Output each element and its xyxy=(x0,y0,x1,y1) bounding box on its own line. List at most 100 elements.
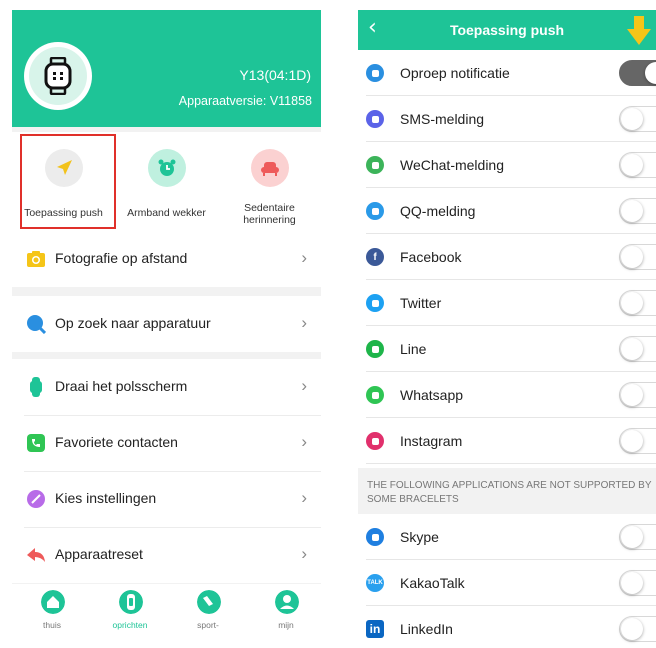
quick-action-alarm[interactable]: Armband wekker xyxy=(115,132,218,240)
app-push-screen: ‹ Toepassing push THE FOLLOWING APPLICAT… xyxy=(358,10,656,648)
notification-toggle[interactable] xyxy=(619,336,656,362)
notification-toggle[interactable] xyxy=(619,290,656,316)
menu-item-label: Apparaatreset xyxy=(55,546,143,562)
menu-card: Draai het polsscherm › Favoriete contact… xyxy=(12,359,321,583)
menu-item-find-device[interactable]: Op zoek naar apparatuur › xyxy=(12,296,321,352)
menu-item-label: Fotografie op afstand xyxy=(55,250,188,266)
menu-item-dial-settings[interactable]: Kies instellingen › xyxy=(12,471,321,527)
notification-toggle[interactable] xyxy=(619,106,656,132)
menu-item-wrist-screen[interactable]: Draai het polsscherm › xyxy=(12,359,321,415)
app-label: Twitter xyxy=(400,295,442,311)
app-label: WeChat-melding xyxy=(400,157,505,173)
app-label: Line xyxy=(400,341,427,357)
app-row-instagram: Instagram xyxy=(358,418,656,464)
quick-action-label: Armband wekker xyxy=(127,207,206,219)
wechat-icon xyxy=(366,156,384,174)
menu-card: Fotografie op afstand › xyxy=(12,231,321,287)
app-label: Skype xyxy=(400,529,439,545)
twitter-icon xyxy=(366,294,384,312)
chevron-right-icon: › xyxy=(301,488,307,507)
tab-label: mijn xyxy=(278,620,294,630)
kakaotalk-icon: TALK xyxy=(366,574,384,592)
alarm-clock-icon xyxy=(158,159,176,176)
app-row-line: Line xyxy=(358,326,656,372)
notification-toggle[interactable] xyxy=(619,616,656,642)
chevron-right-icon: › xyxy=(301,248,307,267)
app-row-message: SMS-melding xyxy=(358,96,656,142)
app-row-wechat: WeChat-melding xyxy=(358,142,656,188)
watch-icon xyxy=(30,377,42,397)
quick-actions: Toepassing push Armband wekker Sedentair… xyxy=(12,132,321,240)
app-row-phone: Oproep notificatie xyxy=(358,50,656,96)
menu-item-label: Favoriete contacten xyxy=(55,434,178,450)
facebook-icon: f xyxy=(366,248,384,266)
app-label: Whatsapp xyxy=(400,387,464,403)
message-icon xyxy=(366,110,384,128)
menu-item-label: Kies instellingen xyxy=(55,490,157,506)
nav-bar: ‹ Toepassing push xyxy=(358,10,656,50)
chevron-right-icon: › xyxy=(301,313,307,332)
line-icon xyxy=(366,340,384,358)
device-name: Y13(04:1D) xyxy=(239,67,311,83)
app-row-linkedin: in LinkedIn xyxy=(358,606,656,648)
app-label: KakaoTalk xyxy=(400,575,465,591)
bottom-tab-bar: thuis oprichten sport- mijn xyxy=(12,584,321,638)
menu-item-remote-photo[interactable]: Fotografie op afstand › xyxy=(12,231,321,287)
device-version: Apparaatversie: V11858 xyxy=(178,94,312,108)
app-row-facebook: f Facebook xyxy=(358,234,656,280)
app-label: LinkedIn xyxy=(400,621,453,637)
notification-toggle[interactable] xyxy=(619,60,656,86)
app-row-whatsapp: Whatsapp xyxy=(358,372,656,418)
app-label: SMS-melding xyxy=(400,111,485,127)
menu-item-device-reset[interactable]: Apparaatreset › xyxy=(12,527,321,583)
skype-icon xyxy=(366,528,384,546)
chevron-right-icon: › xyxy=(301,432,307,451)
app-label: Oproep notificatie xyxy=(400,65,510,81)
app-label: Instagram xyxy=(400,433,463,449)
chevron-right-icon: › xyxy=(301,544,307,563)
app-row-qq: QQ-melding xyxy=(358,188,656,234)
menu-item-favorite-contacts[interactable]: Favoriete contacten › xyxy=(12,415,321,471)
chevron-right-icon: › xyxy=(301,376,307,395)
whatsapp-icon xyxy=(366,386,384,404)
tab-label: sport- xyxy=(197,620,219,630)
phone-icon xyxy=(366,64,384,82)
tab-label: thuis xyxy=(43,620,61,630)
quick-action-label: Sedentaire herinnering xyxy=(243,202,296,226)
app-row-skype: Skype xyxy=(358,514,656,560)
notification-toggle[interactable] xyxy=(619,524,656,550)
menu-item-label: Draai het polsscherm xyxy=(55,378,188,394)
app-row-kakaotalk: TALK KakaoTalk xyxy=(358,560,656,606)
contacts-icon xyxy=(27,434,45,452)
notification-toggle[interactable] xyxy=(619,152,656,178)
watch-icon xyxy=(44,57,72,95)
search-icon xyxy=(27,315,46,334)
notification-toggle[interactable] xyxy=(619,570,656,596)
menu-card: Op zoek naar apparatuur › xyxy=(12,296,321,352)
unsupported-notice: THE FOLLOWING APPLICATIONS ARE NOT SUPPO… xyxy=(358,468,656,514)
notification-toggle[interactable] xyxy=(619,382,656,408)
page-title: Toepassing push xyxy=(449,22,565,38)
instagram-icon xyxy=(366,432,384,450)
device-settings-screen: Y13(04:1D) Apparaatversie: V11858 Toepas… xyxy=(12,10,321,638)
dial-icon xyxy=(27,490,45,508)
notification-toggle[interactable] xyxy=(619,244,656,270)
camera-icon xyxy=(27,251,45,267)
notification-toggle[interactable] xyxy=(619,428,656,454)
app-label: QQ-melding xyxy=(400,203,476,219)
reset-arrow-icon xyxy=(27,548,45,562)
home-icon xyxy=(41,590,65,614)
tab-label: oprichten xyxy=(112,620,148,630)
menu-item-label: Op zoek naar apparatuur xyxy=(55,315,211,331)
notification-toggle[interactable] xyxy=(619,198,656,224)
sofa-icon xyxy=(261,162,279,176)
device-avatar[interactable] xyxy=(24,42,92,110)
watch-icon xyxy=(119,590,143,614)
qq-icon xyxy=(366,202,384,220)
arrow-down-icon xyxy=(627,16,651,45)
quick-action-sedentary[interactable]: Sedentaire herinnering xyxy=(218,132,321,240)
app-label: Facebook xyxy=(400,249,462,265)
user-icon xyxy=(275,590,299,614)
shoe-icon xyxy=(197,590,221,614)
linkedin-icon: in xyxy=(366,620,384,638)
